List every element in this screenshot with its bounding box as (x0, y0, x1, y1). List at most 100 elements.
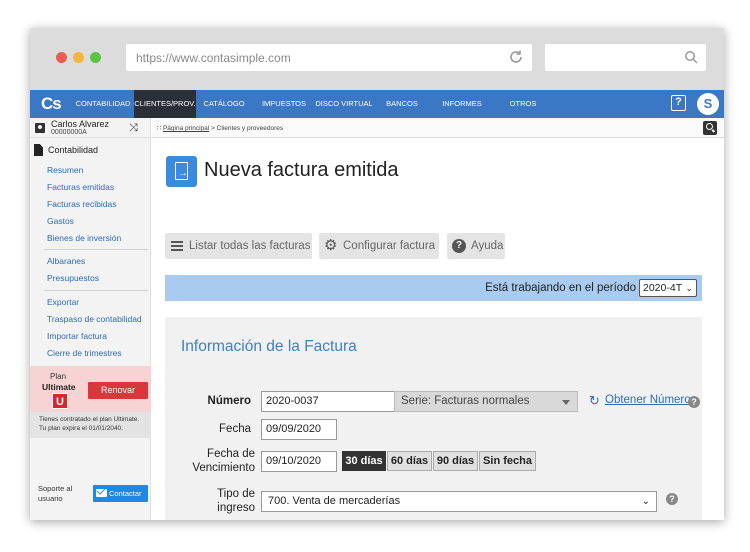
sidebar-divider (44, 290, 148, 291)
nav-item-contabilidad[interactable]: CONTABILIDAD (74, 90, 132, 118)
help-question-icon[interactable]: ? (688, 396, 700, 408)
sidebar-item-traspaso[interactable]: Traspaso de contabilidad (47, 314, 142, 324)
period-bar: Está trabajando en el período 2020-4T ⌄ (165, 275, 702, 301)
no-due-date-button[interactable]: Sin fecha (479, 451, 536, 471)
search-icon[interactable] (703, 121, 717, 135)
list-icon (171, 241, 183, 251)
configure-invoice-button[interactable]: ⚙ Configurar factura (319, 233, 439, 259)
sidebar-item-exportar[interactable]: Exportar (47, 297, 79, 307)
switch-company-icon[interactable]: ⤨ (129, 122, 138, 135)
fecha-label: Fecha (219, 423, 251, 435)
due-60-days-button[interactable]: 60 días (387, 451, 432, 471)
question-icon: ? (452, 239, 466, 253)
mail-icon (96, 489, 107, 497)
obtener-numero-link[interactable]: ↻ Obtener Número (589, 393, 691, 408)
nav-item-informes[interactable]: INFORMES (437, 90, 487, 118)
browser-search-bar[interactable] (545, 44, 706, 71)
help-label: Ayuda (471, 240, 504, 252)
breadcrumb-trail: ∷ Página principal > Clientes y proveedo… (157, 124, 283, 132)
numero-label: Número (207, 395, 251, 407)
fecha-input[interactable]: 09/09/2020 (261, 419, 337, 440)
due-90-days-button[interactable]: 90 días (433, 451, 478, 471)
document-icon (34, 144, 43, 156)
invoice-info-card: Información de la Factura Número 2020-00… (165, 317, 702, 520)
breadcrumb-home-link[interactable]: Página principal (163, 125, 209, 132)
search-icon (685, 51, 698, 64)
due-30-days-button[interactable]: 30 días (342, 451, 386, 471)
sidebar-item-facturas-emitidas[interactable]: Facturas emitidas (47, 182, 114, 192)
sidebar-item-albaranes[interactable]: Albaranes (47, 256, 85, 266)
numero-input[interactable]: 2020-0037 (261, 391, 395, 412)
browser-chrome: https://www.contasimple.com (30, 28, 724, 90)
sidebar-item-presupuestos[interactable]: Presupuestos (47, 273, 99, 283)
page-title: Nueva factura emitida (204, 159, 399, 181)
sidebar-item-facturas-recibidas[interactable]: Facturas recibidas (47, 199, 116, 209)
minimize-window-button[interactable] (73, 52, 84, 63)
breadcrumb: ∷ Página principal > Clientes y proveedo… (152, 118, 724, 138)
user-name: Carlos Alvarez (51, 119, 110, 129)
nav-item-otros[interactable]: OTROS (502, 90, 544, 118)
help-question-icon[interactable]: ? (666, 493, 678, 505)
contasimple-logo[interactable]: Cs (41, 94, 62, 114)
user-row: Carlos Alvarez 00000000A ⤨ (30, 118, 151, 138)
app-nav-bar: Cs CONTABILIDAD CLIENTES/PROV. CATÁLOGO … (30, 90, 724, 118)
sidebar-section-title: Contabilidad (48, 145, 99, 155)
plan-badge-icon: U (52, 393, 68, 409)
sidebar-item-gastos[interactable]: Gastos (47, 216, 74, 226)
chevron-down-icon: ⌄ (641, 496, 650, 507)
user-id: 00000000A (51, 129, 87, 136)
renew-button[interactable]: Renovar (88, 382, 148, 399)
nav-item-catalogo[interactable]: CATÁLOGO (198, 90, 250, 118)
nav-item-clientes[interactable]: CLIENTES/PROV. (134, 90, 196, 118)
invoice-out-icon: → (166, 156, 197, 187)
tipo-ingreso-select[interactable]: 700. Venta de mercaderías ⌄ (261, 491, 657, 512)
vencimiento-input[interactable]: 09/10/2020 (261, 451, 337, 472)
chevron-down-icon: ⌄ (685, 283, 693, 293)
nav-item-impuestos[interactable]: IMPUESTOS (256, 90, 312, 118)
refresh-icon: ↻ (589, 393, 600, 408)
period-label: Está trabajando en el período (485, 282, 636, 294)
tipo-label-line1: Tipo de (217, 488, 255, 500)
sidebar-item-importar-factura[interactable]: Importar factura (47, 331, 107, 341)
address-url: https://www.contasimple.com (136, 51, 291, 65)
sidebar-item-resumen[interactable]: Resumen (47, 165, 83, 175)
vencimiento-label-line2: Vencimiento (192, 462, 255, 474)
period-value: 2020-4T (643, 282, 683, 294)
nav-item-bancos[interactable]: BANCOS (380, 90, 424, 118)
sidebar-item-bienes-inversion[interactable]: Bienes de inversión (47, 233, 121, 243)
user-avatar[interactable]: S (697, 93, 719, 115)
caret-down-icon (562, 400, 570, 405)
nav-item-disco-virtual[interactable]: DISCO VIRTUAL (315, 90, 373, 118)
serie-select[interactable]: Serie: Facturas normales (394, 391, 578, 412)
help-button[interactable]: ? (671, 95, 686, 111)
sidebar: Carlos Alvarez 00000000A ⤨ Contabilidad … (30, 118, 151, 520)
sidebar-divider (44, 249, 148, 250)
reload-icon[interactable] (508, 49, 524, 65)
gear-icon: ⚙ (324, 237, 338, 254)
period-select[interactable]: 2020-4T ⌄ (639, 279, 697, 297)
serie-value: Serie: Facturas normales (401, 395, 530, 407)
plan-expiry-note: Tienes contratado el plan Ultimate. Tu p… (30, 412, 151, 438)
browser-window: https://www.contasimple.com Cs CONTABILI… (30, 28, 724, 520)
plan-name: Ultimate (42, 382, 76, 392)
configure-invoice-label: Configurar factura (343, 240, 436, 252)
obtener-numero-label: Obtener Número (605, 394, 691, 406)
list-invoices-button[interactable]: Listar todas las facturas (165, 233, 312, 259)
contact-button[interactable]: Contactar (93, 485, 148, 502)
help-toolbar-button[interactable]: ? Ayuda (447, 233, 505, 259)
plan-label: Plan (50, 372, 67, 381)
maximize-window-button[interactable] (90, 52, 101, 63)
plan-box: Plan Ultimate U Renovar (30, 366, 151, 412)
tipo-label-line2: ingreso (217, 502, 255, 514)
sidebar-section-contabilidad: Contabilidad (30, 144, 151, 160)
tipo-ingreso-value: 700. Venta de mercaderías (268, 495, 401, 507)
address-bar[interactable]: https://www.contasimple.com (126, 44, 532, 71)
breadcrumb-current: > Clientes y proveedores (211, 125, 284, 132)
main-content: ∷ Página principal > Clientes y proveedo… (152, 118, 724, 520)
support-label: Soporte al usuario (38, 484, 73, 503)
vencimiento-label-line1: Fecha de (207, 448, 255, 460)
contact-label: Contactar (109, 489, 142, 498)
section-heading: Información de la Factura (181, 338, 357, 355)
close-window-button[interactable] (56, 52, 67, 63)
sidebar-item-cierre-trimestres[interactable]: Cierre de trimestres (47, 348, 122, 358)
